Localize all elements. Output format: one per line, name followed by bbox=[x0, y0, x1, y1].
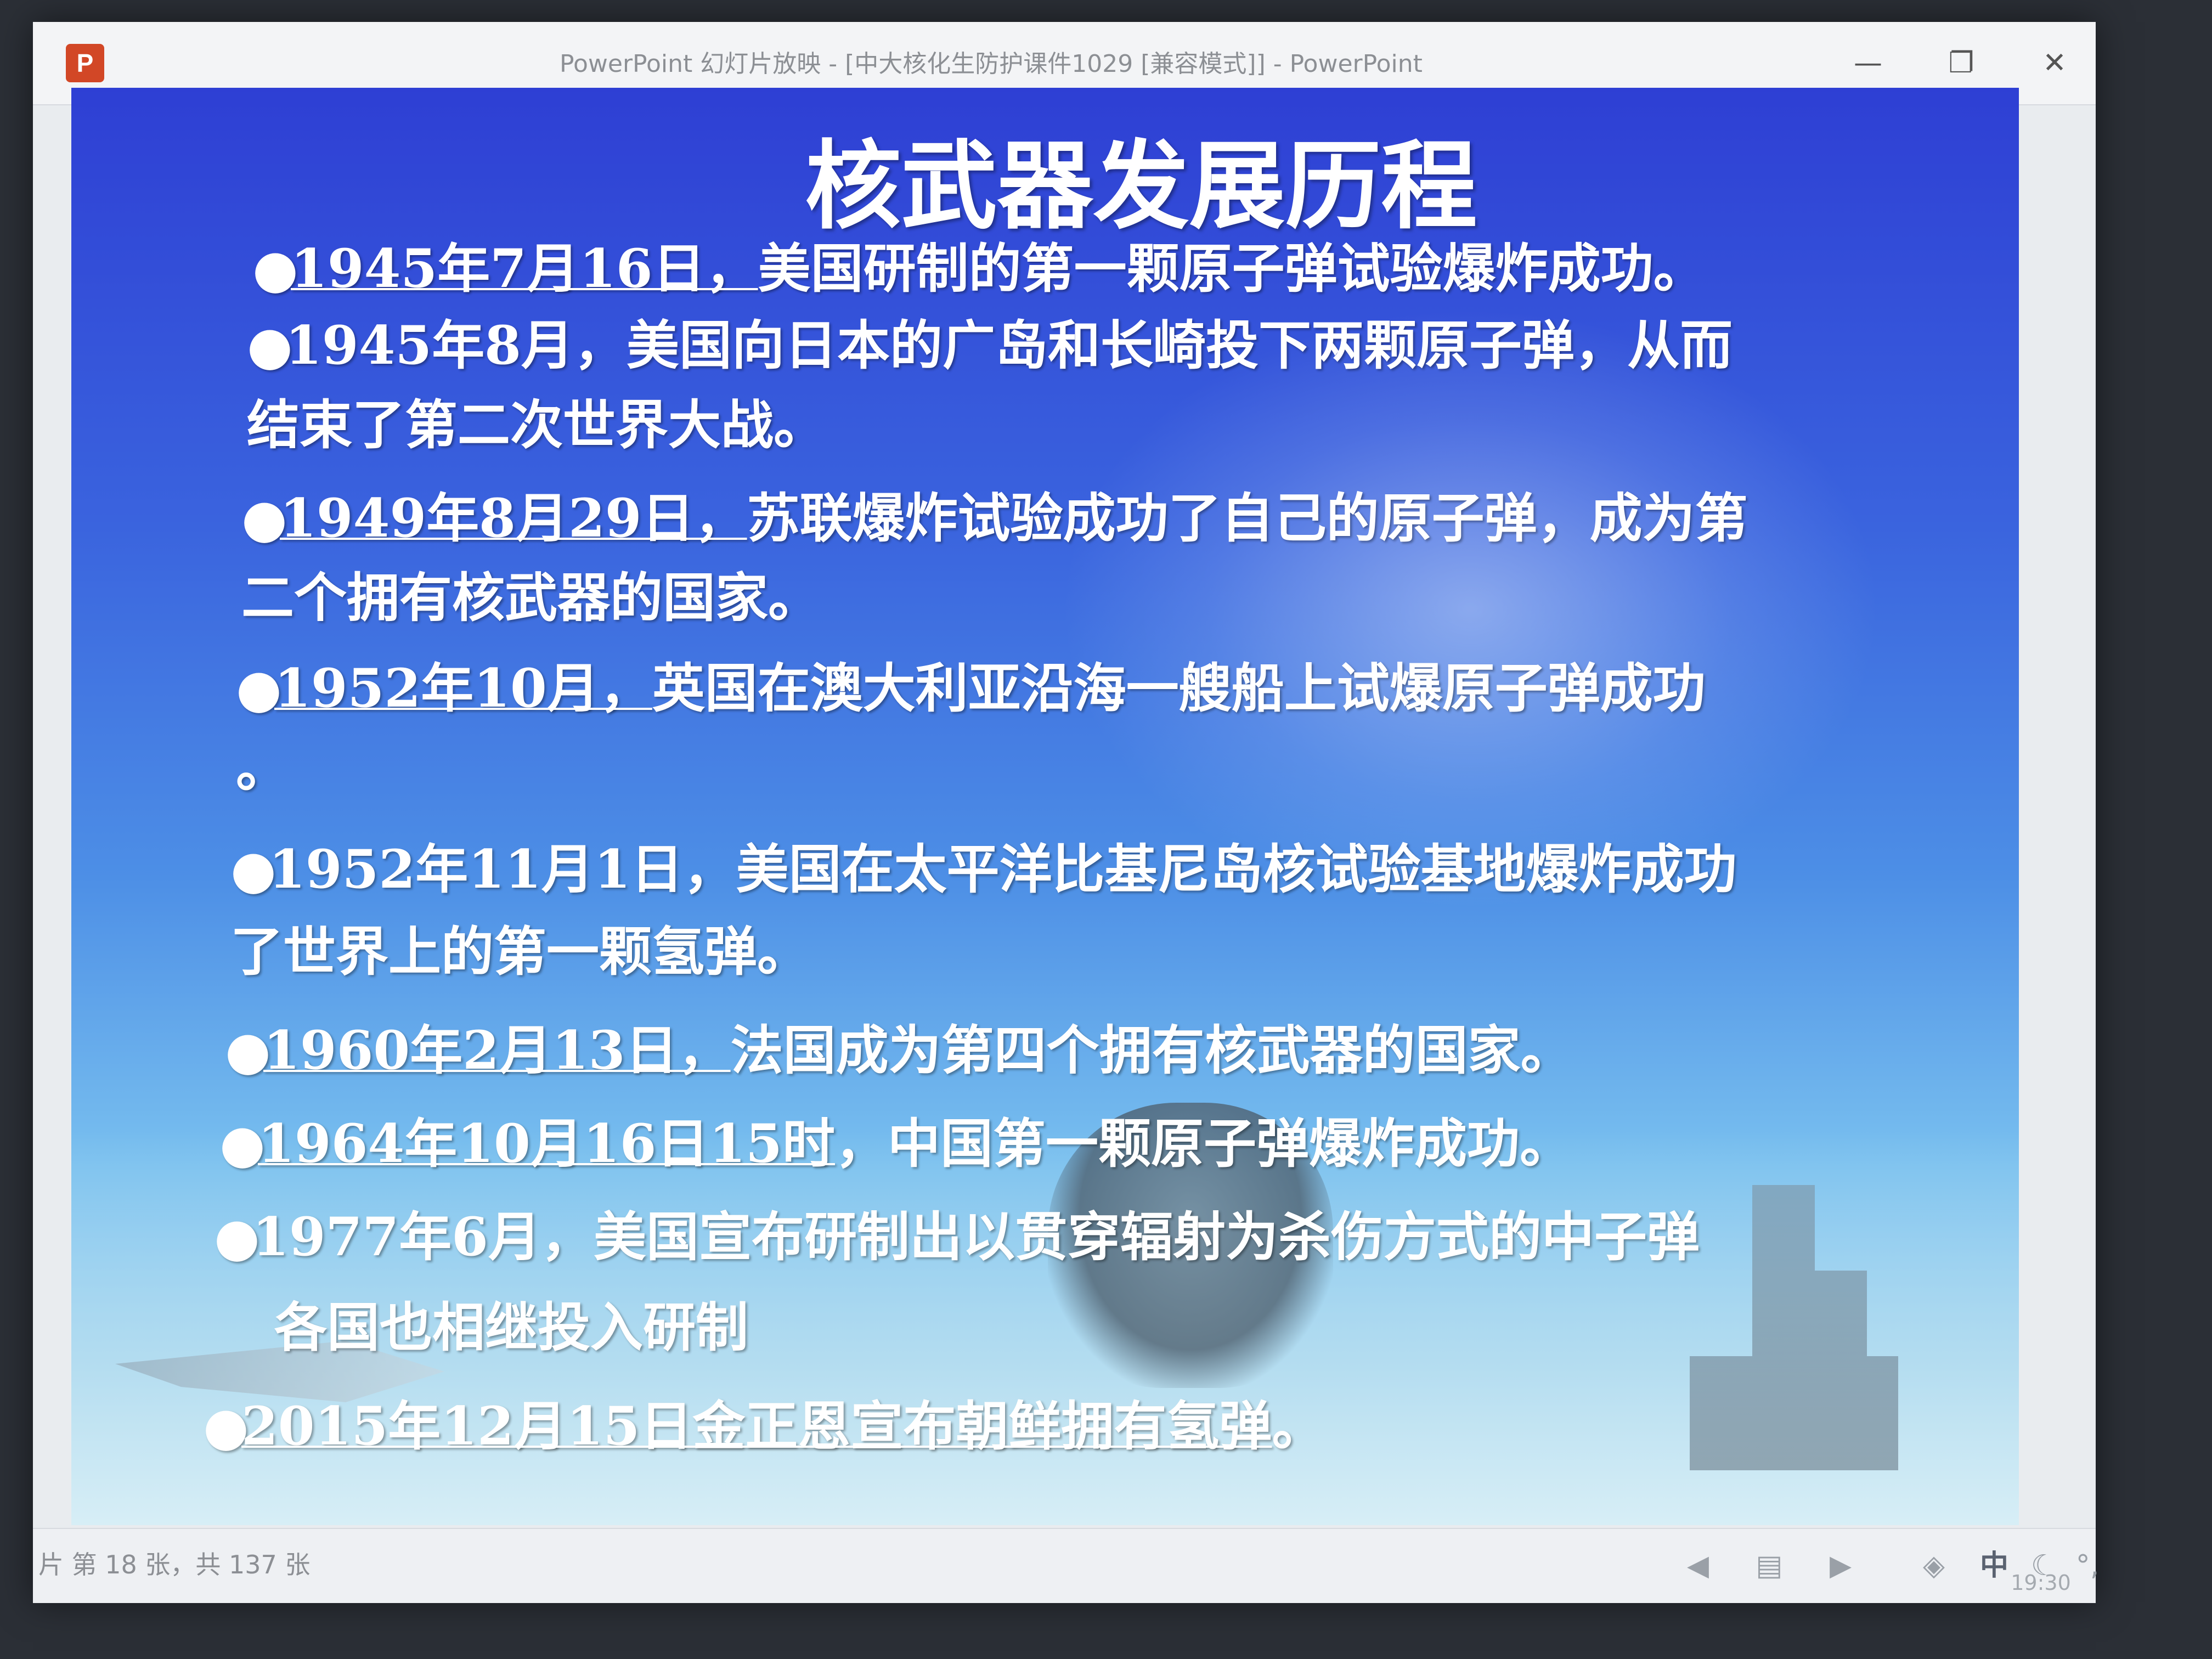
bullet-item-2015-12-15: ●2015年12月15日金正恩宣布朝鲜拥有氢弹。 bbox=[203, 1385, 1324, 1468]
bullet-dot: ● bbox=[225, 1019, 271, 1081]
tray-app-icon[interactable]: ◈ bbox=[1915, 1547, 1953, 1585]
bullet-dot: ● bbox=[219, 1113, 266, 1175]
bullet-continuation: 。 bbox=[236, 737, 289, 799]
slide-menu-icon[interactable]: ▤ bbox=[1750, 1547, 1788, 1585]
slideshow-statusbar: 片 第 18 张，共 137 张 ◀ ▤ ▶ ◈ 中 ☾ °, bbox=[33, 1528, 2099, 1603]
bullet-dot: ● bbox=[230, 838, 276, 900]
bullet-date: 1952年10月， bbox=[274, 657, 652, 719]
bullet-continuation: 了世界上的第一颗氢弹。 bbox=[230, 921, 810, 983]
bullet-item-1945-07-16: ●1945年7月16日，美国研制的第一颗原子弹试验爆炸成功。 bbox=[252, 228, 1706, 310]
restore-button[interactable]: ❐ bbox=[1937, 44, 1986, 82]
bullet-date: 1977年6月， bbox=[252, 1206, 594, 1268]
next-slide-icon[interactable]: ▶ bbox=[1821, 1547, 1860, 1585]
bullet-item-1945-08: ●1945年8月，美国向日本的广岛和长崎投下两颗原子弹，从而 bbox=[247, 304, 1733, 387]
bullet-text: 美国宣布研制出以贯穿辐射为杀伤方式的中子弹 bbox=[593, 1206, 1700, 1268]
bullet-date: 1960年2月13日， bbox=[263, 1019, 731, 1081]
minimize-button[interactable]: — bbox=[1843, 44, 1893, 82]
bullet-date: 2015年12月15日金正恩宣布朝鲜拥有氢弹 bbox=[241, 1395, 1272, 1457]
system-clock: 19:30 bbox=[2011, 1571, 2071, 1595]
close-button[interactable]: ✕ bbox=[2030, 44, 2079, 82]
previous-slide-icon[interactable]: ◀ bbox=[1679, 1547, 1717, 1585]
slide-counter: 片 第 18 张，共 137 张 bbox=[38, 1550, 311, 1579]
bullet-dot: ● bbox=[252, 238, 298, 300]
bullet-text: 苏联爆炸试验成功了自己的原子弹，成为第 bbox=[747, 487, 1748, 549]
bullet-item-1949-08-29: ●1949年8月29日，苏联爆炸试验成功了自己的原子弹，成为第 bbox=[241, 477, 1748, 560]
bullet-dot: ● bbox=[203, 1395, 249, 1457]
bullet-date: 1945年8月， bbox=[285, 314, 627, 376]
slide-canvas[interactable]: 核武器发展历程 ●1945年7月16日，美国研制的第一颗原子弹试验爆炸成功。 ●… bbox=[71, 88, 2019, 1525]
bullet-item-1960-02-13: ●1960年2月13日，法国成为第四个拥有核武器的国家。 bbox=[225, 1009, 1573, 1092]
bullet-text: 美国在太平洋比基尼岛核试验基地爆炸成功 bbox=[736, 838, 1737, 900]
window-title: PowerPoint 幻灯片放映 - [中大核化生防护课件1029 [兼容模式]… bbox=[560, 50, 1423, 78]
bullet-text: 。 bbox=[1272, 1395, 1325, 1457]
powerpoint-app-icon: P bbox=[66, 44, 104, 82]
mushroom-cloud-background bbox=[1059, 307, 1882, 911]
bullet-dot: ● bbox=[214, 1206, 260, 1268]
bullet-date: 1945年7月16日， bbox=[291, 238, 758, 300]
bullet-dot: ● bbox=[236, 657, 282, 719]
bullet-dot: ● bbox=[241, 487, 287, 549]
bullet-text: 美国研制的第一颗原子弹试验爆炸成功。 bbox=[758, 238, 1706, 300]
bullet-continuation: 各国也相继投入研制 bbox=[274, 1296, 748, 1358]
bullet-item-1952-11-01: ●1952年11月1日，美国在太平洋比基尼岛核试验基地爆炸成功 bbox=[230, 828, 1737, 911]
bullet-text: 英国在澳大利亚沿海一艘船上试爆原子弹成功 bbox=[652, 657, 1706, 719]
bullet-continuation: 结束了第二次世界大战。 bbox=[247, 394, 826, 456]
bullet-date: 1964年10月16日15时 bbox=[258, 1113, 835, 1175]
bullet-item-1952-10: ●1952年10月，英国在澳大利亚沿海一艘船上试爆原子弹成功 bbox=[236, 647, 1706, 730]
bullet-date: 1949年8月29日， bbox=[280, 487, 747, 549]
bullet-item-1964-10-16: ●1964年10月16日15时，中国第一颗原子弹爆炸成功。 bbox=[219, 1103, 1572, 1185]
bullet-text: ，中国第一颗原子弹爆炸成功。 bbox=[834, 1113, 1572, 1175]
bullet-dot: ● bbox=[247, 314, 293, 376]
bullet-text: 美国向日本的广岛和长崎投下两颗原子弹，从而 bbox=[626, 314, 1733, 376]
bullet-continuation: 二个拥有核武器的国家。 bbox=[241, 567, 821, 629]
bullet-item-1977-06: ●1977年6月，美国宣布研制出以贯穿辐射为杀伤方式的中子弹 bbox=[214, 1196, 1700, 1278]
projected-screen: P PowerPoint 幻灯片放映 - [中大核化生防护课件1029 [兼容模… bbox=[33, 22, 2099, 1603]
bullet-date: 1952年11月1日， bbox=[269, 838, 736, 900]
bullet-text: 法国成为第四个拥有核武器的国家。 bbox=[730, 1019, 1573, 1081]
